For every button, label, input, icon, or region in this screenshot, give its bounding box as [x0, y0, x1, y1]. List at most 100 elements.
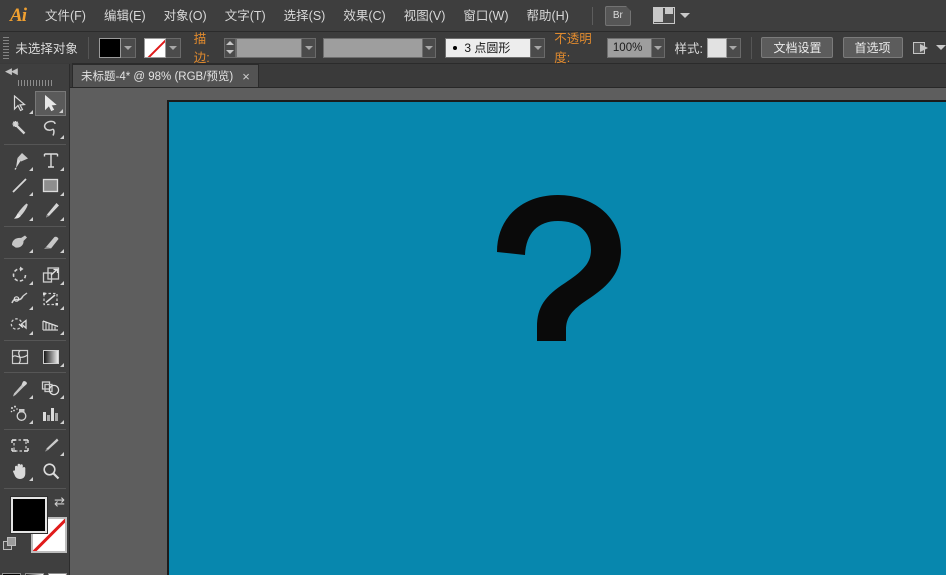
- chevron-down-icon: [168, 45, 177, 50]
- menu-file[interactable]: 文件(F): [36, 0, 95, 32]
- eyedropper-tool[interactable]: [4, 376, 35, 401]
- hand-tool[interactable]: [4, 458, 35, 483]
- collapse-panel-icon[interactable]: ◀◀: [5, 66, 18, 76]
- magic-wand-tool[interactable]: [4, 116, 35, 141]
- menu-divider: [591, 6, 593, 25]
- fill-color-swatch[interactable]: [10, 496, 48, 534]
- workspace-switcher-button[interactable]: [652, 7, 690, 24]
- width-tool[interactable]: [4, 287, 35, 312]
- fill-dropdown-button[interactable]: [120, 37, 136, 58]
- tools-panel: ◀◀ ⇄: [0, 64, 70, 575]
- tool-divider-2: [4, 226, 66, 227]
- scale-tool[interactable]: [35, 262, 66, 287]
- opacity-field[interactable]: 100%: [606, 37, 652, 58]
- document-tab[interactable]: 未标题-4* @ 98% (RGB/预览) ×: [72, 64, 259, 87]
- zoom-tool[interactable]: [35, 458, 66, 483]
- opacity-label[interactable]: 不透明度:: [554, 28, 603, 67]
- chevron-down-icon: [533, 45, 542, 50]
- stroke-weight-stepper[interactable]: [223, 37, 236, 58]
- symbol-sprayer-tool[interactable]: [4, 401, 35, 426]
- stroke-swatch-none[interactable]: [143, 37, 166, 58]
- tool-divider-5: [4, 372, 66, 373]
- stroke-profile-dropdown-button[interactable]: [422, 37, 437, 58]
- chevron-down-icon: [654, 45, 663, 50]
- brush-dropdown-button[interactable]: [531, 37, 546, 58]
- brush-definition-label: 3 点圆形: [464, 41, 511, 55]
- mesh-tool[interactable]: [4, 344, 35, 369]
- preferences-button[interactable]: 首选项: [842, 37, 903, 58]
- paintbrush-tool[interactable]: [4, 198, 35, 223]
- control-divider-1: [87, 36, 89, 59]
- chevron-down-icon: [729, 45, 738, 50]
- tool-divider-7: [4, 488, 66, 489]
- style-label: 样式:: [674, 42, 703, 56]
- lasso-tool[interactable]: [35, 116, 66, 141]
- control-divider-2: [750, 36, 752, 59]
- direct-selection-tool[interactable]: [35, 91, 66, 116]
- tool-divider-3: [4, 258, 66, 259]
- blob-brush-tool[interactable]: [4, 230, 35, 255]
- stroke-label[interactable]: 描边:: [193, 28, 220, 67]
- tool-grid: [0, 91, 70, 483]
- document-setup-button[interactable]: 文档设置: [761, 37, 834, 58]
- chevron-down-icon: [123, 45, 132, 50]
- control-bar: 未选择对象 描边: 3 点圆形 不透明度: 100% 样式: 文档设置 首选项: [0, 32, 946, 67]
- chevron-down-icon: [304, 45, 313, 50]
- menu-select[interactable]: 选择(S): [275, 0, 335, 32]
- eraser-tool[interactable]: [35, 230, 66, 255]
- type-tool[interactable]: [35, 148, 66, 173]
- graphic-style-swatch[interactable]: [706, 37, 727, 58]
- rectangle-tool[interactable]: [35, 173, 66, 198]
- perspective-grid-tool[interactable]: [35, 312, 66, 337]
- artboard-tool[interactable]: [4, 433, 35, 458]
- line-segment-tool[interactable]: [4, 173, 35, 198]
- selection-tool[interactable]: [4, 91, 35, 116]
- stroke-dropdown-button[interactable]: [165, 37, 181, 58]
- menu-object[interactable]: 对象(O): [155, 0, 216, 32]
- control-bar-grip[interactable]: [3, 36, 10, 59]
- rotate-tool[interactable]: [4, 262, 35, 287]
- pencil-tool[interactable]: [35, 198, 66, 223]
- bridge-button[interactable]: Br: [604, 5, 631, 26]
- question-mark-shape[interactable]: [494, 194, 624, 342]
- pen-tool[interactable]: [4, 148, 35, 173]
- menu-effect[interactable]: 效果(C): [334, 0, 394, 32]
- menu-window[interactable]: 窗口(W): [454, 0, 517, 32]
- arrange-chevron-down-icon[interactable]: [935, 45, 946, 50]
- shape-builder-tool[interactable]: [4, 312, 35, 337]
- column-graph-tool[interactable]: [35, 401, 66, 426]
- brush-definition-field[interactable]: 3 点圆形: [445, 37, 532, 58]
- document-tab-bar: 未标题-4* @ 98% (RGB/预览) ×: [0, 63, 946, 88]
- workspace-switcher-icon: [652, 7, 675, 24]
- chevron-down-icon: [424, 45, 433, 50]
- stroke-profile-field[interactable]: [323, 37, 423, 58]
- tools-panel-grip[interactable]: [16, 78, 53, 88]
- stroke-weight-field[interactable]: [235, 37, 303, 58]
- opacity-dropdown-button[interactable]: [651, 37, 666, 58]
- stroke-swatch-group[interactable]: [143, 37, 181, 58]
- align-arrange-icon[interactable]: [913, 40, 929, 55]
- canvas-area[interactable]: [70, 88, 946, 575]
- artboard[interactable]: [167, 100, 946, 575]
- selection-status-label: 未选择对象: [15, 42, 78, 56]
- close-icon[interactable]: ×: [242, 70, 250, 83]
- gradient-tool[interactable]: [35, 344, 66, 369]
- fill-swatch[interactable]: [98, 37, 121, 58]
- menu-view[interactable]: 视图(V): [395, 0, 455, 32]
- menu-help[interactable]: 帮助(H): [518, 0, 578, 32]
- menu-edit[interactable]: 编辑(E): [95, 0, 155, 32]
- fill-swatch-group[interactable]: [98, 37, 136, 58]
- app-logo: Ai: [10, 4, 27, 26]
- swap-fill-stroke-icon[interactable]: ⇄: [54, 495, 65, 508]
- stroke-weight-dropdown-button[interactable]: [302, 37, 316, 58]
- color-controls: ⇄: [0, 493, 70, 571]
- tool-divider-1: [4, 144, 66, 145]
- default-fill-stroke-icon[interactable]: [3, 537, 17, 551]
- style-dropdown-button[interactable]: [726, 37, 741, 58]
- menu-bar: Ai 文件(F) 编辑(E) 对象(O) 文字(T) 选择(S) 效果(C) 视…: [0, 0, 946, 32]
- blend-tool[interactable]: [35, 376, 66, 401]
- free-transform-tool[interactable]: [35, 287, 66, 312]
- slice-tool[interactable]: [35, 433, 66, 458]
- menu-type[interactable]: 文字(T): [216, 0, 275, 32]
- brush-preview-icon: [453, 45, 458, 50]
